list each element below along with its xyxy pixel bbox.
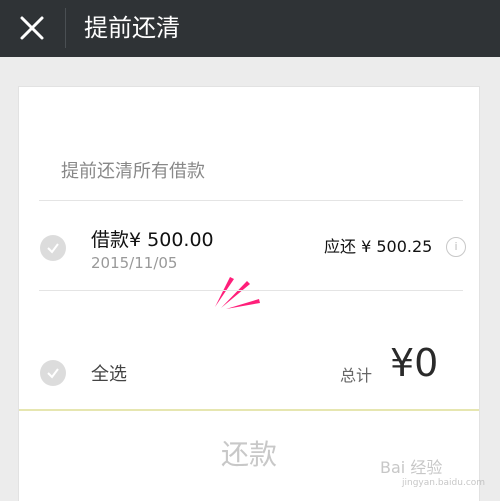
loan-amount: ¥ 500.00 — [129, 229, 214, 251]
header-bar: 提前还清 — [0, 0, 500, 57]
annotation-sparkle-icon — [215, 277, 260, 309]
header-divider — [65, 8, 66, 48]
page-title: 提前还清 — [84, 14, 180, 42]
check-icon — [47, 368, 59, 379]
total-value: ¥0 — [390, 341, 439, 385]
due-amount: ¥ 500.25 — [361, 237, 433, 256]
select-all-label: 全选 — [91, 364, 127, 385]
loan-checkbox[interactable] — [40, 235, 66, 261]
check-icon — [47, 243, 59, 254]
watermark-url: jingyan.baidu.com — [402, 478, 486, 488]
due-label: 应还 — [324, 237, 357, 256]
loan-label: 借款 — [91, 229, 130, 251]
loan-date: 2015/11/05 — [91, 254, 178, 272]
info-icon[interactable]: i — [446, 237, 466, 257]
close-icon — [20, 16, 44, 40]
repayment-card: 提前还清所有借款 借款¥ 500.00 2015/11/05 应还 ¥ 500.… — [18, 86, 480, 501]
footer-divider — [19, 409, 479, 411]
divider — [39, 200, 463, 201]
section-label: 提前还清所有借款 — [61, 161, 205, 182]
due-amount-row: 应还 ¥ 500.25 — [324, 233, 432, 257]
divider — [39, 290, 463, 291]
watermark-logo: Bai 经验 — [380, 458, 443, 477]
total-label: 总计 — [340, 366, 373, 385]
close-button[interactable] — [14, 10, 50, 46]
select-all-checkbox[interactable] — [40, 360, 66, 386]
loan-title: 借款¥ 500.00 — [91, 225, 214, 252]
